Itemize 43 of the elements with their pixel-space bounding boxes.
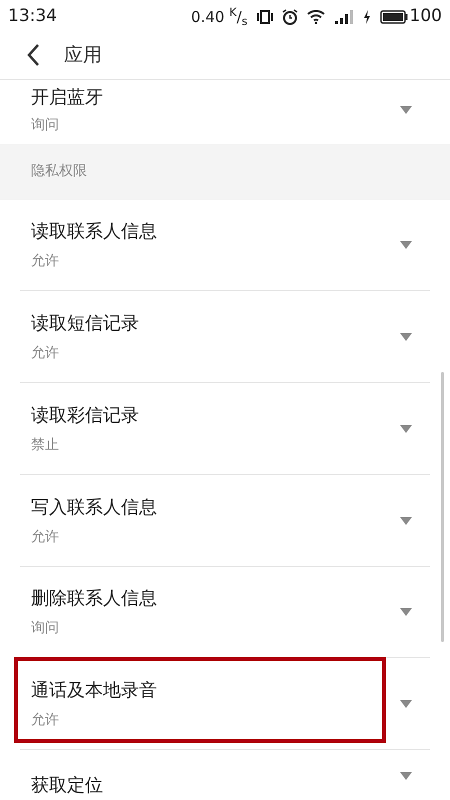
dropdown-caret-icon	[400, 333, 412, 342]
permission-row[interactable]: 读取联系人信息 允许	[0, 200, 450, 292]
permission-value: 允许	[31, 528, 60, 547]
permission-row[interactable]: 读取短信记录 允许	[0, 291, 450, 384]
permission-title: 通话及本地录音	[31, 679, 158, 704]
setting-value: 询问	[31, 116, 60, 135]
permission-row[interactable]: 写入联系人信息 允许	[0, 474, 450, 567]
permission-title: 写入联系人信息	[31, 496, 158, 520]
dropdown-caret-icon	[400, 106, 412, 114]
dropdown-caret-icon	[400, 608, 412, 616]
setting-title: 开启蓝牙	[31, 86, 104, 110]
dropdown-caret-icon	[400, 700, 412, 708]
alarm-icon	[282, 8, 298, 25]
signal-icon	[334, 10, 354, 24]
charging-icon	[362, 10, 371, 24]
permission-value: 允许	[31, 344, 60, 364]
permission-row[interactable]: 通话及本地录音 允许	[0, 658, 450, 750]
permission-value: 禁止	[31, 436, 60, 455]
permission-title: 获取定位	[31, 774, 104, 798]
dropdown-caret-icon	[400, 424, 412, 433]
battery-level: 100	[410, 5, 442, 28]
permission-value: 允许	[31, 711, 60, 730]
dropdown-caret-icon	[400, 516, 412, 525]
back-icon[interactable]	[26, 43, 40, 68]
permission-title: 读取彩信记录	[31, 404, 140, 428]
network-speed: 0.40 $^{K}$/$_{s}$	[191, 6, 248, 28]
vibrate-icon	[256, 10, 273, 24]
dropdown-caret-icon	[400, 241, 412, 250]
battery-icon	[380, 10, 408, 24]
page-title: 应用	[64, 43, 102, 68]
dropdown-caret-icon	[400, 772, 412, 780]
permission-row[interactable]: 读取彩信记录 禁止	[0, 383, 450, 475]
permission-value: 询问	[31, 619, 60, 638]
permission-title: 读取联系人信息	[31, 220, 158, 244]
settings-row[interactable]: 开启蓝牙 询问	[0, 80, 450, 140]
permission-title: 读取短信记录	[31, 312, 140, 336]
permission-value: 允许	[31, 252, 60, 272]
status-time: 13:34	[8, 5, 57, 28]
permission-row[interactable]: 删除联系人信息 询问	[0, 566, 450, 658]
section-title: 隐私权限	[31, 162, 87, 182]
permission-title: 删除联系人信息	[31, 587, 158, 612]
permission-row[interactable]: 获取定位	[0, 750, 450, 800]
wifi-icon	[306, 10, 325, 24]
